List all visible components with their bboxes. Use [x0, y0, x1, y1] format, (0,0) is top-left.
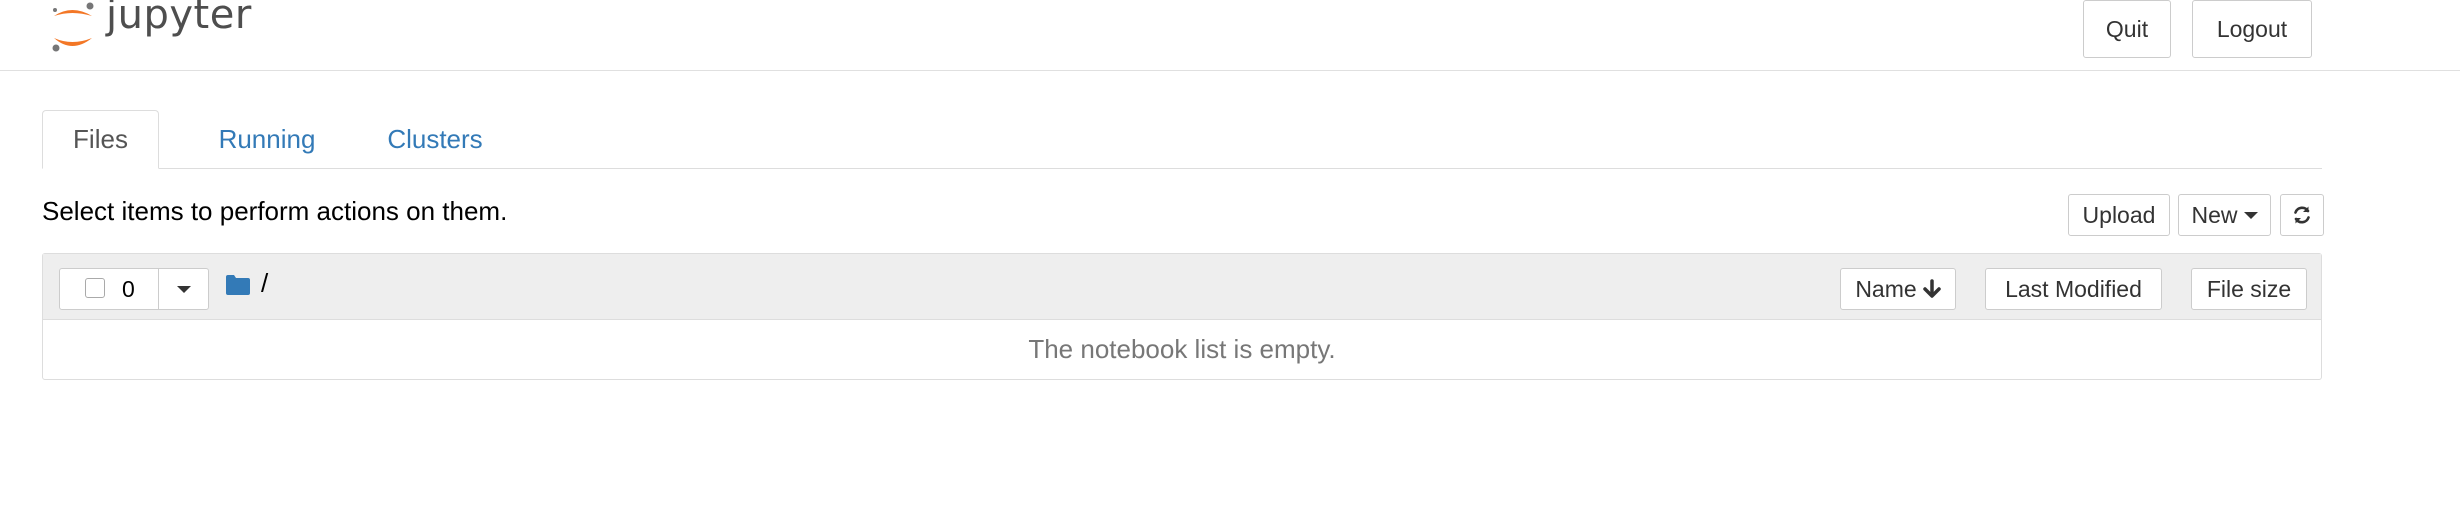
tab-running[interactable]: Running — [192, 110, 342, 168]
tab-files[interactable]: Files — [42, 110, 159, 169]
caret-down-icon — [2243, 211, 2258, 219]
sort-by-last-modified-button[interactable]: Last Modified — [1985, 268, 2162, 310]
sort-by-file-size-button[interactable]: File size — [2191, 268, 2307, 310]
select-menu-dropdown[interactable] — [158, 268, 209, 310]
notebook-list: 0 / Name Last Modified File size The not… — [42, 253, 2322, 380]
empty-list-message: The notebook list is empty. — [1028, 334, 1336, 364]
upload-button[interactable]: Upload — [2068, 194, 2170, 236]
refresh-icon — [2294, 206, 2310, 224]
select-hint-text: Select items to perform actions on them. — [42, 196, 508, 226]
selected-count: 0 — [122, 276, 135, 302]
chevron-down-icon — [176, 285, 191, 293]
tab-clusters[interactable]: Clusters — [350, 110, 520, 168]
sort-name-label: Name — [1855, 275, 1917, 302]
new-button[interactable]: New — [2178, 194, 2271, 236]
jupyter-logo[interactable]: jupyter — [48, 0, 268, 60]
tab-bar: Files Running Clusters — [42, 110, 2322, 169]
header-bar: jupyter Quit Logout — [0, 0, 2460, 71]
arrow-down-icon — [1922, 279, 1941, 298]
refresh-button[interactable] — [2280, 194, 2324, 236]
breadcrumb-root[interactable]: / — [261, 268, 268, 299]
logo-text: jupyter — [106, 0, 252, 38]
notebook-list-header: 0 / Name Last Modified File size — [43, 254, 2321, 320]
select-all-toggle[interactable]: 0 — [59, 268, 159, 310]
select-all-group: 0 — [59, 268, 209, 310]
new-button-label: New — [2191, 201, 2238, 228]
select-all-checkbox[interactable] — [85, 278, 105, 298]
quit-button[interactable]: Quit — [2083, 0, 2171, 58]
sort-by-name-button[interactable]: Name — [1840, 268, 1956, 310]
folder-icon[interactable] — [225, 274, 251, 296]
logout-button[interactable]: Logout — [2192, 0, 2312, 58]
jupyter-logo-icon — [52, 2, 94, 52]
